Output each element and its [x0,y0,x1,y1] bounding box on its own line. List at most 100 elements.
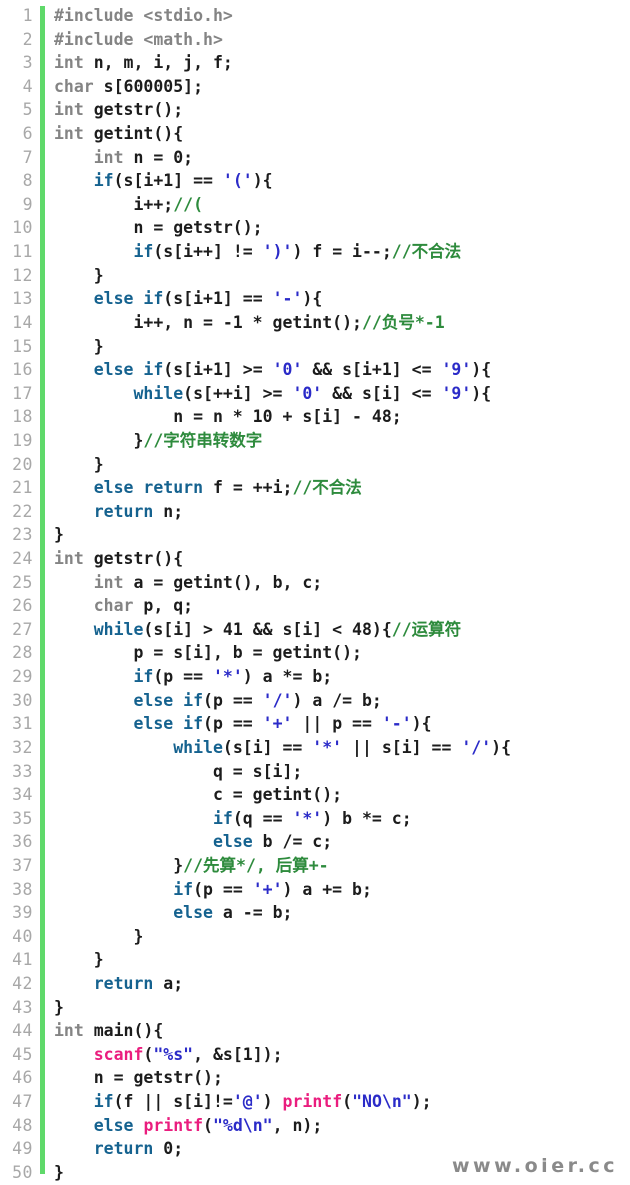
code-line[interactable]: 41 } [0,948,630,972]
code-line[interactable]: 32 while(s[i] == '*' || s[i] == '/'){ [0,736,630,760]
code-line[interactable]: 15 } [0,335,630,359]
code-line[interactable]: 7 int n = 0; [0,146,630,170]
line-code[interactable]: else if(p == '+' || p == '-'){ [33,712,630,736]
line-code[interactable]: } [33,948,630,972]
line-code[interactable]: } [33,335,630,359]
line-code[interactable]: } [33,523,630,547]
line-code[interactable]: else if(s[i+1] == '-'){ [33,287,630,311]
line-code[interactable]: while(s[i] > 41 && s[i] < 48){//运算符 [33,618,630,642]
line-code[interactable]: int main(){ [33,1019,630,1043]
line-code[interactable]: i++, n = -1 * getint();//负号*-1 [33,311,630,335]
code-line[interactable]: 22 return n; [0,500,630,524]
line-code[interactable]: char s[600005]; [33,75,630,99]
code-line[interactable]: 46 n = getstr(); [0,1066,630,1090]
line-code[interactable]: while(s[++i] >= '0' && s[i] <= '9'){ [33,382,630,406]
token-plain: } [54,1162,64,1182]
token-plain: ) f = i--; [292,242,392,262]
code-line[interactable]: 38 if(p == '+') a += b; [0,878,630,902]
code-line[interactable]: 6 int getint(){ [0,122,630,146]
line-code[interactable]: if(f || s[i]!='@') printf("NO\n"); [33,1090,630,1114]
code-line[interactable]: 9 i++;//( [0,193,630,217]
line-code[interactable]: int getint(){ [33,122,630,146]
code-line[interactable]: 40 } [0,925,630,949]
code-line[interactable]: 42 return a; [0,972,630,996]
code-line[interactable]: 45 scanf("%s", &s[1]); [0,1043,630,1067]
code-line[interactable]: 21 else return f = ++i;//不合法 [0,476,630,500]
code-line[interactable]: 29 if(p == '*') a *= b; [0,665,630,689]
code-line[interactable]: 39 else a -= b; [0,901,630,925]
line-code[interactable]: } [33,925,630,949]
code-line[interactable]: 43} [0,996,630,1020]
code-line[interactable]: 23} [0,523,630,547]
line-code[interactable]: return a; [33,972,630,996]
code-line[interactable]: 34 c = getint(); [0,783,630,807]
code-line[interactable]: 8 if(s[i+1] == '('){ [0,169,630,193]
line-code[interactable]: else a -= b; [33,901,630,925]
line-code[interactable]: else return f = ++i;//不合法 [33,476,630,500]
code-line[interactable]: 44 int main(){ [0,1019,630,1043]
code-line[interactable]: 33 q = s[i]; [0,760,630,784]
code-line[interactable]: 1 #include <stdio.h> [0,4,630,28]
code-line[interactable]: 17 while(s[++i] >= '0' && s[i] <= '9'){ [0,382,630,406]
line-code[interactable]: char p, q; [33,594,630,618]
line-code[interactable]: else if(p == '/') a /= b; [33,689,630,713]
code-line[interactable]: 16 else if(s[i+1] >= '0' && s[i+1] <= '9… [0,358,630,382]
line-code[interactable]: #include <math.h> [33,28,630,52]
code-line[interactable]: 27 while(s[i] > 41 && s[i] < 48){//运算符 [0,618,630,642]
line-code[interactable]: int a = getint(), b, c; [33,571,630,595]
code-line[interactable]: 12 } [0,264,630,288]
code-line[interactable]: 28 p = s[i], b = getint(); [0,641,630,665]
line-code[interactable]: if(p == '*') a *= b; [33,665,630,689]
code-line[interactable]: 11 if(s[i++] != ')') f = i--;//不合法 [0,240,630,264]
line-code[interactable]: if(s[i++] != ')') f = i--;//不合法 [33,240,630,264]
line-code[interactable]: else printf("%d\n", n); [33,1114,630,1138]
line-code[interactable]: if(q == '*') b *= c; [33,807,630,831]
code-line[interactable]: 25 int a = getint(), b, c; [0,571,630,595]
line-code[interactable]: return n; [33,500,630,524]
line-code[interactable]: }//字符串转数字 [33,429,630,453]
code-line[interactable]: 18 n = n * 10 + s[i] - 48; [0,405,630,429]
code-line[interactable]: 3 int n, m, i, j, f; [0,51,630,75]
line-code[interactable]: p = s[i], b = getint(); [33,641,630,665]
code-line[interactable]: 24 int getstr(){ [0,547,630,571]
line-code[interactable]: while(s[i] == '*' || s[i] == '/'){ [33,736,630,760]
code-line[interactable]: 47 if(f || s[i]!='@') printf("NO\n"); [0,1090,630,1114]
line-code[interactable]: #include <stdio.h> [33,4,630,28]
line-code[interactable]: q = s[i]; [33,760,630,784]
code-line-list[interactable]: 1 #include <stdio.h> 2 #include <math.h> 3 in… [0,4,630,1184]
code-line[interactable]: 4 char s[600005]; [0,75,630,99]
line-code[interactable]: } [33,453,630,477]
code-line[interactable]: 31 else if(p == '+' || p == '-'){ [0,712,630,736]
code-line[interactable]: 35 if(q == '*') b *= c; [0,807,630,831]
code-line[interactable]: 2 #include <math.h> [0,28,630,52]
code-line[interactable]: 26 char p, q; [0,594,630,618]
line-code[interactable]: } [33,996,630,1020]
line-code[interactable]: i++;//( [33,193,630,217]
code-line[interactable]: 37 }//先算*/, 后算+- [0,854,630,878]
code-line[interactable]: 36 else b /= c; [0,830,630,854]
line-code[interactable]: if(p == '+') a += b; [33,878,630,902]
code-line[interactable]: 19 }//字符串转数字 [0,429,630,453]
line-code[interactable]: else if(s[i+1] >= '0' && s[i+1] <= '9'){ [33,358,630,382]
token-plain: , &s[1]); [193,1044,283,1064]
line-code[interactable]: c = getint(); [33,783,630,807]
code-line[interactable]: 30 else if(p == '/') a /= b; [0,689,630,713]
code-line[interactable]: 20 } [0,453,630,477]
line-code[interactable]: n = getstr(); [33,216,630,240]
code-line[interactable]: 10 n = getstr(); [0,216,630,240]
line-code[interactable]: scanf("%s", &s[1]); [33,1043,630,1067]
line-code[interactable]: if(s[i+1] == '('){ [33,169,630,193]
line-code[interactable]: int getstr(); [33,98,630,122]
line-code[interactable]: } [33,264,630,288]
code-line[interactable]: 14 i++, n = -1 * getint();//负号*-1 [0,311,630,335]
line-code[interactable]: n = n * 10 + s[i] - 48; [33,405,630,429]
code-line[interactable]: 13 else if(s[i+1] == '-'){ [0,287,630,311]
line-code[interactable]: }//先算*/, 后算+- [33,854,630,878]
line-code[interactable]: int n = 0; [33,146,630,170]
code-line[interactable]: 48 else printf("%d\n", n); [0,1114,630,1138]
line-code[interactable]: n = getstr(); [33,1066,630,1090]
line-code[interactable]: int n, m, i, j, f; [33,51,630,75]
code-line[interactable]: 5 int getstr(); [0,98,630,122]
line-code[interactable]: int getstr(){ [33,547,630,571]
line-code[interactable]: else b /= c; [33,830,630,854]
